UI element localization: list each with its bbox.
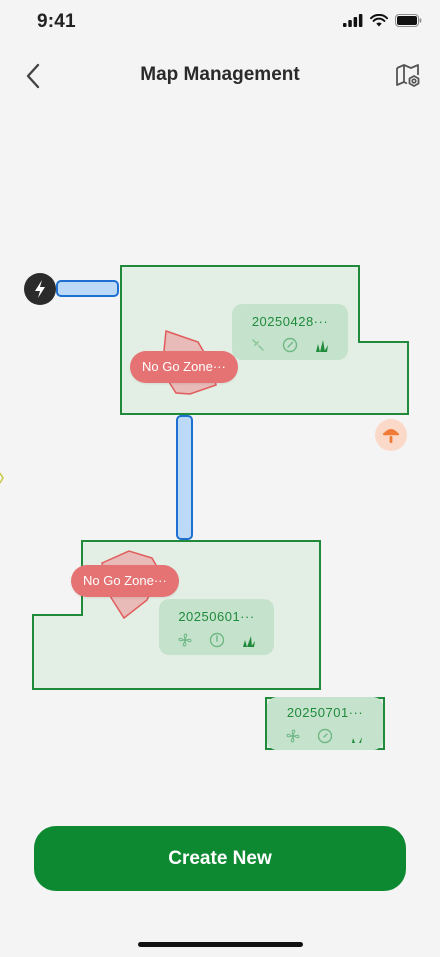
area-card-icons bbox=[232, 337, 348, 353]
area-card-3[interactable]: 20250701··· bbox=[267, 697, 383, 750]
map-settings-button[interactable] bbox=[392, 60, 424, 92]
area-name-2: 20250601··· bbox=[178, 609, 255, 624]
home-indicator bbox=[138, 942, 303, 947]
area-name-3: 20250701··· bbox=[286, 705, 364, 720]
mushroom-marker-icon[interactable] bbox=[375, 419, 407, 451]
fan-icon bbox=[250, 337, 266, 353]
grass-icon bbox=[241, 632, 257, 648]
area-card-icons bbox=[159, 632, 274, 648]
compass-icon bbox=[209, 632, 225, 648]
page-title: Map Management bbox=[140, 64, 300, 85]
nav-bar: Map Management bbox=[0, 52, 440, 100]
wifi-icon bbox=[370, 14, 388, 27]
status-bar: 9:41 bbox=[0, 0, 440, 44]
no-go-zone-label-1[interactable]: No Go Zone··· bbox=[130, 351, 238, 383]
grass-icon bbox=[349, 728, 365, 744]
compass-icon bbox=[282, 337, 298, 353]
battery-icon bbox=[395, 14, 422, 27]
area-card-2[interactable]: 20250601··· bbox=[159, 599, 274, 655]
channel-path-vertical[interactable] bbox=[176, 415, 193, 540]
fan-icon bbox=[285, 728, 301, 744]
cellular-signal-icon bbox=[343, 14, 363, 27]
fan-icon bbox=[177, 632, 193, 648]
compass-icon bbox=[317, 728, 333, 744]
status-icons bbox=[343, 14, 422, 27]
charging-station-icon[interactable] bbox=[24, 273, 56, 305]
create-new-button[interactable]: Create New bbox=[34, 826, 406, 891]
area-card-1[interactable]: 20250428··· bbox=[232, 304, 348, 360]
grass-icon bbox=[314, 337, 330, 353]
channel-path-station[interactable] bbox=[56, 280, 119, 297]
status-time: 9:41 bbox=[37, 11, 76, 32]
map-canvas[interactable]: No Go Zone··· No Go Zone··· 20250428··· … bbox=[0, 100, 440, 820]
area-name-1: 20250428··· bbox=[251, 314, 329, 329]
map-settings-icon bbox=[396, 64, 420, 87]
no-go-zone-label-2[interactable]: No Go Zone··· bbox=[71, 565, 179, 597]
area-card-icons bbox=[267, 728, 383, 744]
map-edge-marker bbox=[0, 472, 4, 484]
